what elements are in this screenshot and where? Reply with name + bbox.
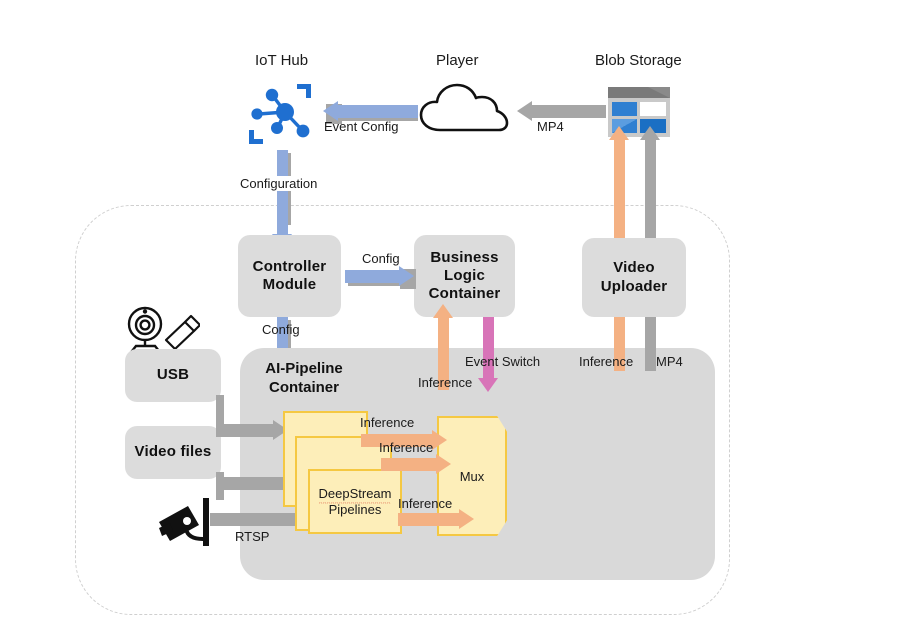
edge-config-to-pipeline-label: Config bbox=[262, 322, 300, 337]
video-uploader-label-line1: Video bbox=[613, 259, 655, 277]
edge-inference-1-label: Inference bbox=[360, 415, 415, 430]
controller-module-label-line2: Module bbox=[262, 276, 317, 293]
edge-inference-2-label: Inference bbox=[379, 440, 434, 455]
controller-module-label-line1: Controller bbox=[252, 257, 327, 275]
usb-source-node[interactable]: USB bbox=[125, 349, 221, 402]
architecture-diagram: IoT Hub Player Blob Storage Event Config… bbox=[0, 0, 905, 635]
deepstream-label-line2: Pipelines bbox=[328, 501, 382, 517]
edge-inference-2 bbox=[381, 454, 451, 474]
edge-inference-3 bbox=[398, 509, 474, 529]
controller-module-node[interactable]: Controller Module bbox=[238, 235, 341, 317]
usb-label: USB bbox=[156, 366, 190, 384]
edge-configuration-label: Configuration bbox=[238, 176, 320, 191]
edge-config-to-business bbox=[345, 266, 416, 289]
ai-pipeline-label-line2: Container bbox=[268, 378, 339, 396]
edge-config-to-business-label: Config bbox=[362, 251, 400, 266]
business-logic-label-line1: Business bbox=[430, 248, 499, 266]
edge-event-switch bbox=[478, 317, 498, 392]
edge-event-switch-label: Event Switch bbox=[465, 354, 541, 369]
edge-rtsp-label: RTSP bbox=[235, 529, 270, 544]
business-logic-container-node[interactable]: Business Logic Container bbox=[414, 235, 515, 317]
edge-event-config bbox=[323, 101, 418, 124]
ai-pipeline-container-label: AI-Pipeline Container bbox=[246, 360, 362, 398]
video-files-source-node[interactable]: Video files bbox=[125, 426, 221, 479]
edge-event-config-label: Event Config bbox=[324, 119, 399, 134]
ai-pipeline-label-line1: AI-Pipeline bbox=[265, 360, 343, 377]
edge-inference-to-business-label: Inference bbox=[418, 375, 473, 390]
edge-mp4-top-label: MP4 bbox=[537, 119, 564, 134]
edge-usb-to-pipeline bbox=[216, 420, 288, 440]
iot-hub-label: IoT Hub bbox=[255, 52, 309, 69]
business-logic-label-line3: Container bbox=[428, 285, 501, 303]
video-uploader-label-line2: Uploader bbox=[600, 277, 668, 295]
webcam-icon bbox=[122, 305, 202, 355]
edge-inference-3-label: Inference bbox=[398, 496, 453, 511]
business-logic-label-line2: Logic bbox=[444, 266, 485, 284]
edge-mp4-uploader-label: MP4 bbox=[656, 354, 683, 369]
blob-storage-label: Blob Storage bbox=[595, 52, 682, 69]
deepstream-label-line1: DeepStream bbox=[318, 485, 392, 504]
player-label: Player bbox=[436, 52, 479, 69]
cloud-icon bbox=[418, 82, 510, 134]
edge-inference-uploader-label: Inference bbox=[579, 354, 634, 369]
mux-label: Mux bbox=[459, 468, 485, 484]
video-files-label: Video files bbox=[134, 443, 212, 461]
iot-hub-icon bbox=[245, 80, 315, 148]
edge-mp4-top bbox=[517, 101, 606, 121]
deepstream-pipeline-card-3[interactable]: DeepStream Pipelines bbox=[308, 469, 402, 534]
video-uploader-node[interactable]: Video Uploader bbox=[582, 238, 686, 317]
edge-configuration bbox=[272, 150, 292, 248]
